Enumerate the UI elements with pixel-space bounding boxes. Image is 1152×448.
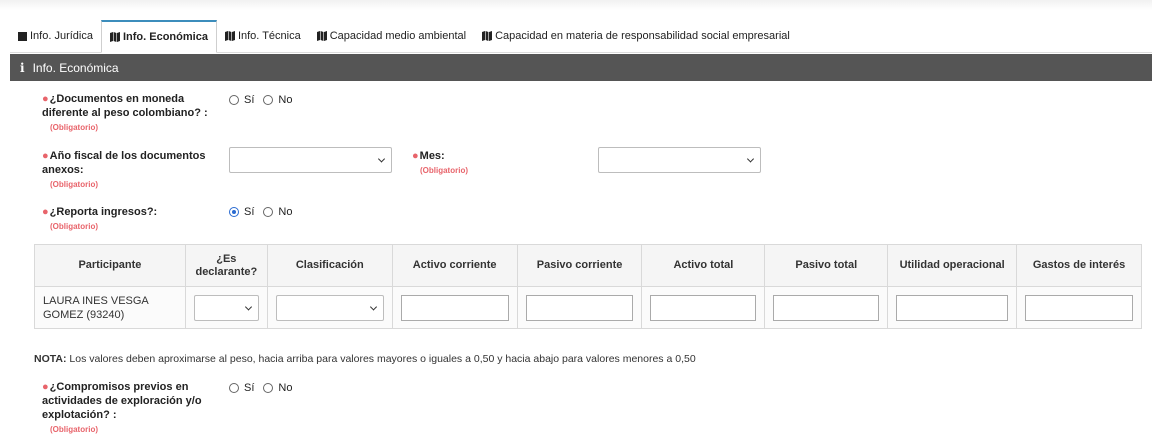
- chevron-down-icon: [746, 155, 755, 163]
- required-text: (Obligatorio): [50, 123, 98, 132]
- required-text: (Obligatorio): [50, 180, 98, 189]
- chevron-down-icon: [377, 155, 386, 163]
- radio-group-moneda: Sí No: [229, 94, 301, 106]
- section-title: Info. Económica: [32, 60, 119, 75]
- radio-ingresos-si[interactable]: [229, 207, 239, 217]
- map-icon: [316, 31, 327, 41]
- note-text: NOTA: Los valores deben aproximarse al p…: [34, 353, 696, 365]
- cell-participante: LAURA INES VESGA GOMEZ (93240): [34, 286, 186, 329]
- note-body: Los valores deben aproximarse al peso, h…: [66, 353, 696, 365]
- col-header-activo-corriente: Activo corriente: [391, 244, 518, 287]
- question-mes: ●Mes: (Obligatorio): [412, 149, 532, 177]
- tab-capacidad-ambiental[interactable]: Capacidad medio ambiental: [309, 20, 474, 52]
- col-header-participante: Participante: [34, 244, 186, 287]
- participante-name: LAURA INES VESGA GOMEZ (93240): [43, 294, 149, 321]
- required-dot: ●: [42, 206, 49, 218]
- radio-label-si: Sí: [244, 382, 255, 394]
- radio-compromisos-no[interactable]: [263, 383, 274, 393]
- question-moneda: ●¿Documentos en moneda diferente al peso…: [42, 92, 212, 134]
- radio-compromisos-si[interactable]: [229, 383, 239, 393]
- tab-label: Info. Económica: [122, 31, 208, 43]
- required-text: (Obligatorio): [420, 166, 468, 175]
- tab-info-economica[interactable]: Info. Económica: [100, 20, 217, 53]
- financial-table: Participante ¿Es declarante? Clasificaci…: [34, 244, 1142, 329]
- clasificacion-select[interactable]: [275, 294, 384, 321]
- cell-pasivo-total: [764, 286, 889, 329]
- anio-fiscal-select[interactable]: [229, 147, 392, 173]
- top-strip: [0, 0, 1152, 18]
- required-text: (Obligatorio): [50, 222, 98, 231]
- question-label: Año fiscal de los documentos anexos:: [42, 150, 206, 176]
- tab-info-tecnica[interactable]: Info. Técnica: [217, 20, 309, 52]
- map-icon: [109, 32, 120, 42]
- col-header-utilidad-operacional: Utilidad operacional: [887, 244, 1018, 287]
- question-label: ¿Compromisos previos en actividades de e…: [42, 381, 202, 421]
- cell-activo-corriente: [391, 286, 518, 329]
- radio-label-no: No: [278, 382, 293, 394]
- required-text: (Obligatorio): [50, 425, 98, 434]
- note-label: NOTA:: [34, 353, 67, 365]
- map-icon: [224, 31, 235, 41]
- table-header-row: Participante ¿Es declarante? Clasificaci…: [34, 244, 1142, 287]
- section-header: i Info. Económica: [10, 54, 1152, 81]
- tab-info-juridica[interactable]: Info. Jurídica: [10, 20, 101, 52]
- chevron-down-icon: [369, 302, 377, 311]
- tab-label: Info. Jurídica: [30, 30, 93, 42]
- radio-moneda-si[interactable]: [229, 95, 239, 105]
- question-ingresos: ●¿Reporta ingresos?: (Obligatorio): [42, 205, 212, 233]
- utilidad-operacional-input[interactable]: [896, 294, 1009, 321]
- tab-label: Capacidad en materia de responsabilidad …: [495, 30, 790, 42]
- chevron-down-icon: [244, 302, 252, 311]
- col-header-gastos-interes: Gastos de interés: [1016, 244, 1142, 287]
- cell-activo-total: [641, 286, 766, 329]
- cell-declarante: [184, 286, 268, 329]
- tab-bar: Info. Jurídica Info. Económica Info. Téc…: [10, 20, 1152, 53]
- radio-moneda-no[interactable]: [263, 95, 274, 105]
- radio-group-ingresos: Sí No: [229, 206, 301, 218]
- question-label: ¿Reporta ingresos?:: [49, 206, 158, 218]
- tab-responsabilidad-social[interactable]: Capacidad en materia de responsabilidad …: [474, 20, 798, 52]
- radio-ingresos-no[interactable]: [263, 207, 274, 217]
- tab-label: Capacidad medio ambiental: [329, 30, 467, 42]
- cell-utilidad-operacional: [887, 286, 1018, 329]
- info-icon: i: [20, 60, 25, 75]
- pasivo-corriente-input[interactable]: [525, 294, 634, 321]
- table-row: LAURA INES VESGA GOMEZ (93240): [34, 286, 1142, 329]
- cell-pasivo-corriente: [516, 286, 643, 329]
- question-anio-fiscal: ●Año fiscal de los documentos anexos: (O…: [42, 149, 212, 191]
- col-header-clasificacion: Clasificación: [266, 244, 393, 287]
- col-header-pasivo-corriente: Pasivo corriente: [516, 244, 643, 287]
- tab-label: Info. Técnica: [237, 30, 301, 42]
- radio-group-compromisos: Sí No: [229, 382, 301, 394]
- required-dot: ●: [412, 150, 419, 162]
- col-header-activo-total: Activo total: [641, 244, 766, 287]
- pasivo-total-input[interactable]: [773, 294, 880, 321]
- question-label: ¿Documentos en moneda diferente al peso …: [42, 93, 208, 119]
- radio-label-si: Sí: [244, 206, 255, 218]
- gastos-interes-input[interactable]: [1025, 294, 1133, 321]
- question-label: Mes:: [419, 150, 445, 162]
- declarante-select[interactable]: [193, 294, 259, 321]
- radio-label-no: No: [278, 94, 293, 106]
- map-icon: [482, 31, 493, 41]
- required-dot: ●: [42, 93, 49, 105]
- activo-corriente-input[interactable]: [400, 294, 509, 321]
- cell-clasificacion: [266, 286, 393, 329]
- required-dot: ●: [42, 381, 49, 393]
- required-dot: ●: [42, 150, 49, 162]
- col-header-declarante: ¿Es declarante?: [184, 244, 268, 287]
- square-icon: [18, 31, 27, 41]
- radio-label-si: Sí: [244, 94, 255, 106]
- mes-select[interactable]: [598, 147, 761, 173]
- col-header-pasivo-total: Pasivo total: [764, 244, 889, 287]
- question-compromisos: ●¿Compromisos previos en actividades de …: [42, 380, 212, 436]
- cell-gastos-interes: [1016, 286, 1142, 329]
- activo-total-input[interactable]: [650, 294, 757, 321]
- radio-label-no: No: [278, 206, 293, 218]
